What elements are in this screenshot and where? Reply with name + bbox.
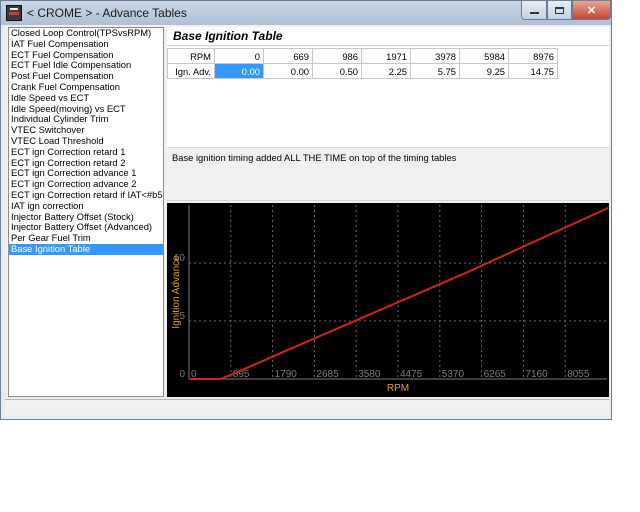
x-tick-label: 2685 [316, 369, 339, 380]
rpm-column-header: 5984 [459, 48, 509, 64]
list-item[interactable]: ECT ign Correction retard 1 [9, 147, 163, 158]
minimize-icon [529, 12, 539, 14]
list-item[interactable]: ECT ign Correction advance 1 [9, 168, 163, 179]
x-tick-label: 7160 [525, 369, 548, 380]
maximize-button[interactable] [547, 1, 572, 20]
status-bar [5, 399, 609, 415]
x-tick-label: 8055 [567, 369, 590, 380]
window-title: < CROME > - Advance Tables [27, 6, 187, 20]
rpm-header-row: RPM 0 669 986 1971 3978 5984 8976 [167, 48, 558, 64]
x-tick-label: 3580 [358, 369, 381, 380]
list-item[interactable]: ECT Fuel Compensation [9, 50, 163, 61]
list-item[interactable]: Closed Loop Control(TPSvsRPM) [9, 28, 163, 39]
ignition-table: RPM 0 669 986 1971 3978 5984 8976 Ign. Adv. 0.… [167, 48, 558, 79]
chart-svg: 0 895 1790 2685 3580 4475 5370 6265 7160 80550510… [171, 205, 609, 394]
rpm-column-header: 0 [214, 48, 264, 64]
x-tick-label: 6265 [484, 369, 507, 380]
ignition-chart: 0 895 1790 2685 3580 4475 5370 6265 7160 8055 0 5 10… [167, 203, 609, 397]
list-item[interactable]: Injector Battery Offset (Stock) [9, 212, 163, 223]
list-item[interactable]: Crank Fuel Compensation [9, 82, 163, 93]
rpm-column-header: 3978 [410, 48, 460, 64]
y-axis-label: Ignition Advance [171, 255, 182, 329]
app-icon[interactable] [6, 5, 22, 21]
rpm-column-header: 1971 [361, 48, 411, 64]
x-tick-label: 1790 [275, 369, 298, 380]
list-item[interactable]: Individual Cylinder Trim [9, 114, 163, 125]
close-icon: ✕ [586, 4, 597, 17]
rpm-column-header: 986 [312, 48, 362, 64]
row-header-label: RPM [167, 48, 215, 64]
list-item[interactable]: IAT ign correction [9, 201, 163, 212]
list-item[interactable]: ECT ign Correction retard 2 [9, 158, 163, 169]
table-list[interactable]: Closed Loop Control(TPSvsRPM) IAT Fuel Co… [8, 27, 164, 397]
x-axis-label: RPM [387, 383, 409, 394]
table-title: Base Ignition Table [167, 27, 609, 45]
maximize-icon [555, 6, 564, 14]
title-bar[interactable]: < CROME > - Advance Tables ✕ [1, 1, 611, 25]
ign-adv-cell[interactable]: 5.75 [410, 63, 460, 79]
series-line [189, 206, 609, 380]
table-description: Base ignition timing added ALL THE TIME … [167, 147, 609, 201]
ign-adv-cell[interactable]: 14.75 [508, 63, 558, 79]
list-item[interactable]: Base Ignition Table [9, 243, 163, 255]
list-item[interactable]: Post Fuel Compensation [9, 71, 163, 82]
list-item[interactable]: Idle Speed(moving) vs ECT [9, 104, 163, 115]
list-item[interactable]: Per Gear Fuel Trim [9, 233, 163, 244]
ign-adv-cell[interactable]: 2.25 [361, 63, 411, 79]
y-tick-label: 0 [179, 369, 185, 380]
close-button[interactable]: ✕ [572, 1, 611, 20]
row-label: Ign. Adv. [167, 63, 215, 79]
ign-adv-cell[interactable]: 9.25 [459, 63, 509, 79]
ign-adv-cell[interactable]: 0.50 [312, 63, 362, 79]
ign-adv-cell[interactable]: 0.00 [214, 63, 264, 79]
minimize-button[interactable] [521, 1, 547, 20]
list-item[interactable]: IAT Fuel Compensation [9, 39, 163, 50]
list-item[interactable]: ECT ign Correction retard if IAT<#b5h [9, 190, 163, 201]
list-item[interactable]: Injector Battery Offset (Advanced) [9, 222, 163, 233]
table-grid-area: RPM 0 669 986 1971 3978 5984 8976 Ign. Adv. 0.… [167, 45, 609, 147]
list-item[interactable]: VTEC Load Threshold [9, 136, 163, 147]
editor-pane: Base Ignition Table RPM 0 669 986 1971 3978 5… [167, 27, 609, 397]
client-area: Closed Loop Control(TPSvsRPM) IAT Fuel Co… [5, 25, 609, 415]
rpm-column-header: 8976 [508, 48, 558, 64]
x-tick-label: 4475 [400, 369, 423, 380]
main-window: < CROME > - Advance Tables ✕ Closed Loop… [0, 0, 612, 420]
list-item[interactable]: ECT Fuel Idle Compensation [9, 60, 163, 71]
ign-adv-cell[interactable]: 0.00 [263, 63, 313, 79]
list-item[interactable]: ECT ign Correction advance 2 [9, 179, 163, 190]
ign-adv-row: Ign. Adv. 0.00 0.00 0.50 2.25 5.75 9.25 14.75 [167, 63, 558, 79]
x-tick-label: 5370 [442, 369, 465, 380]
list-item[interactable]: Idle Speed vs ECT [9, 93, 163, 104]
rpm-column-header: 669 [263, 48, 313, 64]
list-item[interactable]: VTEC Switchover [9, 125, 163, 136]
